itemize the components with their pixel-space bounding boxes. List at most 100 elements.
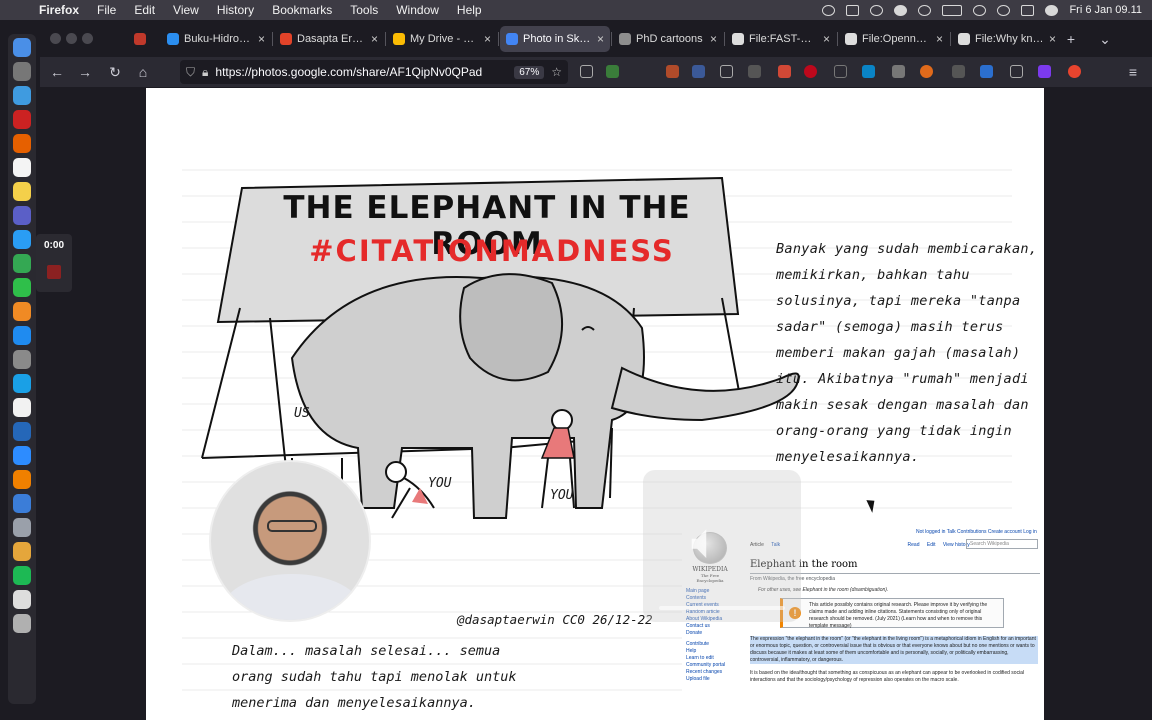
close-tab-icon[interactable]: × (597, 32, 604, 46)
tab[interactable]: Buku-Hidrogeo × (161, 26, 271, 52)
menu-history[interactable]: History (208, 3, 263, 17)
tab[interactable]: Dasapta Erwin × (274, 26, 384, 52)
network-app-icon[interactable] (13, 494, 31, 513)
home-button[interactable]: ⌂ (134, 63, 152, 81)
extension-icon[interactable] (666, 65, 679, 78)
skype-app-icon[interactable] (13, 374, 31, 393)
close-tab-icon[interactable]: × (258, 32, 265, 46)
menu-edit[interactable]: Edit (125, 3, 164, 17)
tab[interactable]: File:Why knowle × (952, 26, 1062, 52)
screen-record-icon[interactable] (822, 4, 836, 16)
menu-tools[interactable]: Tools (341, 3, 387, 17)
tab-active[interactable]: Photo in Sketch × (500, 26, 610, 52)
finder-app-icon[interactable] (13, 230, 31, 249)
appstore-app-icon[interactable] (13, 326, 31, 345)
extension-icon[interactable] (1010, 65, 1023, 78)
forward-button[interactable]: → (76, 63, 94, 81)
storage-app-icon[interactable] (13, 518, 31, 537)
firefox-app-icon[interactable] (13, 134, 31, 153)
extension-icon[interactable] (862, 65, 875, 78)
close-tab-icon[interactable]: × (823, 32, 830, 46)
spotify-app-icon[interactable] (13, 566, 31, 585)
maximize-window-button[interactable] (82, 33, 93, 44)
vlc-app-icon[interactable] (13, 470, 31, 489)
tab[interactable]: File:FAST-SLOW × (726, 26, 836, 52)
opera-app-icon[interactable] (13, 110, 31, 129)
menu-window[interactable]: Window (387, 3, 448, 17)
numbers-app-icon[interactable] (13, 278, 31, 297)
recording-control[interactable]: 0:00 (36, 234, 72, 292)
accessibility-icon[interactable] (870, 4, 884, 16)
webcam-overlay[interactable] (209, 460, 371, 622)
new-tab-button[interactable]: + (1062, 30, 1080, 48)
menu-help[interactable]: Help (448, 3, 491, 17)
notion-app-icon[interactable] (13, 398, 31, 417)
bluetooth-icon[interactable] (918, 4, 932, 16)
menu-bookmarks[interactable]: Bookmarks (263, 3, 341, 17)
settings-app-icon[interactable] (13, 350, 31, 369)
text-input-icon[interactable] (846, 4, 860, 16)
launchpad-app-icon[interactable] (13, 86, 31, 105)
extension-icon[interactable] (980, 65, 993, 78)
close-tab-icon[interactable]: × (1049, 32, 1056, 46)
lock-icon[interactable]: 🔒︎ (202, 65, 208, 80)
r-app-icon[interactable] (13, 422, 31, 441)
reload-button[interactable]: ↻ (106, 63, 124, 81)
minimize-window-button[interactable] (66, 33, 77, 44)
back-button[interactable]: ← (48, 63, 66, 81)
menu-file[interactable]: File (88, 3, 125, 17)
tab[interactable]: File:Openness- × (839, 26, 949, 52)
tab-title: Buku-Hidrogeo (184, 33, 253, 45)
stop-recording-button[interactable] (47, 265, 61, 279)
bookmark-star-icon[interactable]: ☆ (551, 65, 562, 79)
extension-icon[interactable] (1038, 65, 1051, 78)
url-text[interactable]: https://photos.google.com/share/AF1QipNv… (215, 65, 482, 79)
close-tab-icon[interactable]: × (484, 32, 491, 46)
facebook-icon[interactable] (692, 65, 705, 78)
preview-app-icon[interactable] (13, 590, 31, 609)
extension-icon[interactable] (1068, 65, 1081, 78)
close-tab-icon[interactable]: × (936, 32, 943, 46)
screenshot-app-icon[interactable] (13, 62, 31, 81)
app-menu[interactable]: Firefox (30, 3, 88, 17)
wifi-icon[interactable] (973, 4, 987, 16)
extension-icon[interactable] (892, 65, 905, 78)
photos-app-icon[interactable] (13, 542, 31, 561)
chrome-app-icon[interactable] (13, 38, 31, 57)
extension-icon[interactable] (778, 65, 791, 78)
close-tab-icon[interactable]: × (710, 32, 717, 46)
zoom-app-icon[interactable] (13, 446, 31, 465)
extension-icon[interactable] (952, 65, 965, 78)
pocket-icon[interactable] (580, 65, 593, 78)
tab[interactable]: My Drive - Goog × (387, 26, 497, 52)
extension-icon[interactable] (920, 65, 933, 78)
pages-app-icon[interactable] (13, 302, 31, 321)
extension-icon[interactable] (720, 65, 733, 78)
close-window-button[interactable] (50, 33, 61, 44)
teams-app-icon[interactable] (13, 206, 31, 225)
extension-icon[interactable] (834, 65, 847, 78)
clock[interactable]: Fri 6 Jan 09.11 (1069, 4, 1142, 16)
battery-icon[interactable] (942, 4, 963, 16)
calendar-app-icon[interactable] (13, 158, 31, 177)
settings-icon[interactable] (894, 4, 908, 16)
sheets-app-icon[interactable] (13, 254, 31, 273)
favicon-icon (958, 33, 970, 45)
close-tab-icon[interactable]: × (371, 32, 378, 46)
shield-icon[interactable]: ⛉ (186, 65, 195, 80)
control-center-icon[interactable] (1021, 4, 1035, 16)
tab-list-chevron-icon[interactable]: ⌄ (1096, 30, 1114, 48)
extension-icon[interactable] (606, 65, 619, 78)
hamburger-menu-icon[interactable]: ≡ (1124, 63, 1142, 81)
search-icon[interactable] (997, 4, 1011, 16)
user-icon[interactable] (1045, 4, 1059, 16)
tab[interactable]: PhD cartoons × (613, 26, 723, 52)
url-bar[interactable]: ⛉ 🔒︎ https://photos.google.com/share/AF1… (180, 60, 568, 84)
extension-icon[interactable] (748, 65, 761, 78)
trash-app-icon[interactable] (13, 614, 31, 633)
tab[interactable] (128, 26, 158, 52)
menu-view[interactable]: View (164, 3, 208, 17)
zoom-level-badge[interactable]: 67% (514, 65, 545, 79)
notes-app-icon[interactable] (13, 182, 31, 201)
pinterest-icon[interactable] (804, 65, 817, 78)
